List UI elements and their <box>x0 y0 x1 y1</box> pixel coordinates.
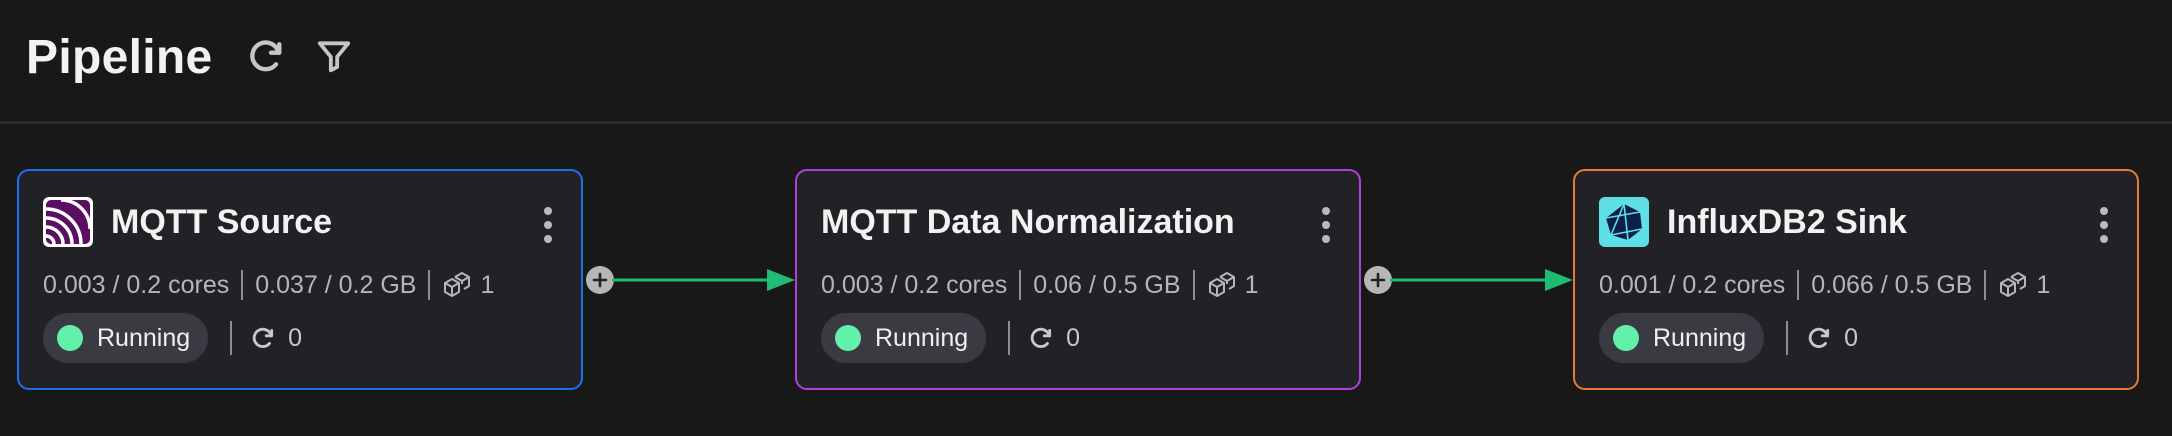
plus-icon <box>592 272 608 288</box>
node-title: MQTT Source <box>111 203 333 241</box>
cpu-usage: 0.003 / 0.2 cores <box>821 270 1008 299</box>
replicas-icon <box>1998 271 2028 299</box>
refresh-icon <box>250 40 282 72</box>
cpu-usage: 0.003 / 0.2 cores <box>43 270 230 299</box>
status-row: Running 0 <box>43 313 302 363</box>
menu-dot <box>544 207 552 215</box>
pipeline-node-mqtt-data-normalization[interactable]: MQTT Data Normalization 0.003 / 0.2 core… <box>795 169 1361 390</box>
resource-stats: 0.001 / 0.2 cores 0.066 / 0.5 GB 1 <box>1599 267 2050 303</box>
divider <box>241 270 244 300</box>
node-menu-button[interactable] <box>533 205 563 245</box>
restart-icon <box>252 327 274 348</box>
divider <box>1008 321 1011 355</box>
influxdb-logo <box>1599 197 1649 247</box>
restart-count-value: 0 <box>288 323 303 352</box>
memory-usage: 0.037 / 0.2 GB <box>255 270 417 299</box>
pipeline-node-mqtt-source[interactable]: MQTT Source 0.003 / 0.2 cores 0.037 / 0.… <box>17 169 583 390</box>
status-label: Running <box>97 323 191 352</box>
status-indicator <box>57 325 83 351</box>
divider <box>1786 321 1789 355</box>
restart-count: 0 <box>1806 324 1858 353</box>
divider <box>1797 270 1800 300</box>
divider <box>230 321 233 355</box>
menu-dot <box>2100 235 2108 243</box>
refresh-button[interactable] <box>244 34 288 78</box>
divider <box>1192 270 1195 300</box>
restart-icon <box>1030 327 1052 348</box>
replica-count: 1 <box>1244 270 1259 299</box>
resource-stats: 0.003 / 0.2 cores 0.037 / 0.2 GB 1 <box>43 267 494 303</box>
status-indicator <box>1613 325 1639 351</box>
cpu-usage: 0.001 / 0.2 cores <box>1599 270 1786 299</box>
status-badge[interactable]: Running <box>1599 313 1765 363</box>
restart-icon <box>1808 327 1830 348</box>
menu-dot <box>1322 221 1330 229</box>
status-badge[interactable]: Running <box>43 313 209 363</box>
memory-usage: 0.06 / 0.5 GB <box>1033 270 1181 299</box>
status-label: Running <box>875 323 969 352</box>
add-node-button[interactable] <box>1364 266 1392 294</box>
page-title: Pipeline <box>26 31 213 84</box>
restart-count: 0 <box>1028 324 1080 353</box>
divider <box>1019 270 1022 300</box>
node-title: InfluxDB2 Sink <box>1667 203 1907 241</box>
status-label: Running <box>1653 323 1747 352</box>
pipeline-edge <box>1390 269 1573 291</box>
restart-count-value: 0 <box>1844 323 1859 352</box>
menu-dot <box>544 221 552 229</box>
menu-dot <box>544 235 552 243</box>
status-row: Running 0 <box>821 313 1080 363</box>
mqtt-logo <box>43 197 93 247</box>
status-badge[interactable]: Running <box>821 313 987 363</box>
menu-dot <box>1322 207 1330 215</box>
node-menu-button[interactable] <box>1311 205 1341 245</box>
plus-icon <box>1370 272 1386 288</box>
replica-count: 1 <box>480 270 495 299</box>
divider <box>428 270 431 300</box>
restart-count-value: 0 <box>1066 323 1081 352</box>
restart-count: 0 <box>250 324 302 353</box>
memory-usage: 0.066 / 0.5 GB <box>1811 270 1973 299</box>
divider <box>1984 270 1987 300</box>
menu-dot <box>2100 221 2108 229</box>
filter-button[interactable] <box>312 34 356 78</box>
replica-count: 1 <box>2036 270 2051 299</box>
pipeline-node-influxdb2-sink[interactable]: InfluxDB2 Sink 0.001 / 0.2 cores 0.066 /… <box>1573 169 2139 390</box>
filter-icon <box>317 41 351 73</box>
node-menu-button[interactable] <box>2089 205 2119 245</box>
resource-stats: 0.003 / 0.2 cores 0.06 / 0.5 GB 1 <box>821 267 1258 303</box>
menu-dot <box>2100 207 2108 215</box>
node-title: MQTT Data Normalization <box>821 203 1235 241</box>
add-node-button[interactable] <box>586 266 614 294</box>
menu-dot <box>1322 235 1330 243</box>
status-indicator <box>835 325 861 351</box>
pipeline-header: Pipeline <box>0 0 2172 124</box>
pipeline-edge <box>612 269 795 291</box>
replicas-icon <box>442 271 472 299</box>
status-row: Running 0 <box>1599 313 1858 363</box>
replicas-icon <box>1207 271 1237 299</box>
